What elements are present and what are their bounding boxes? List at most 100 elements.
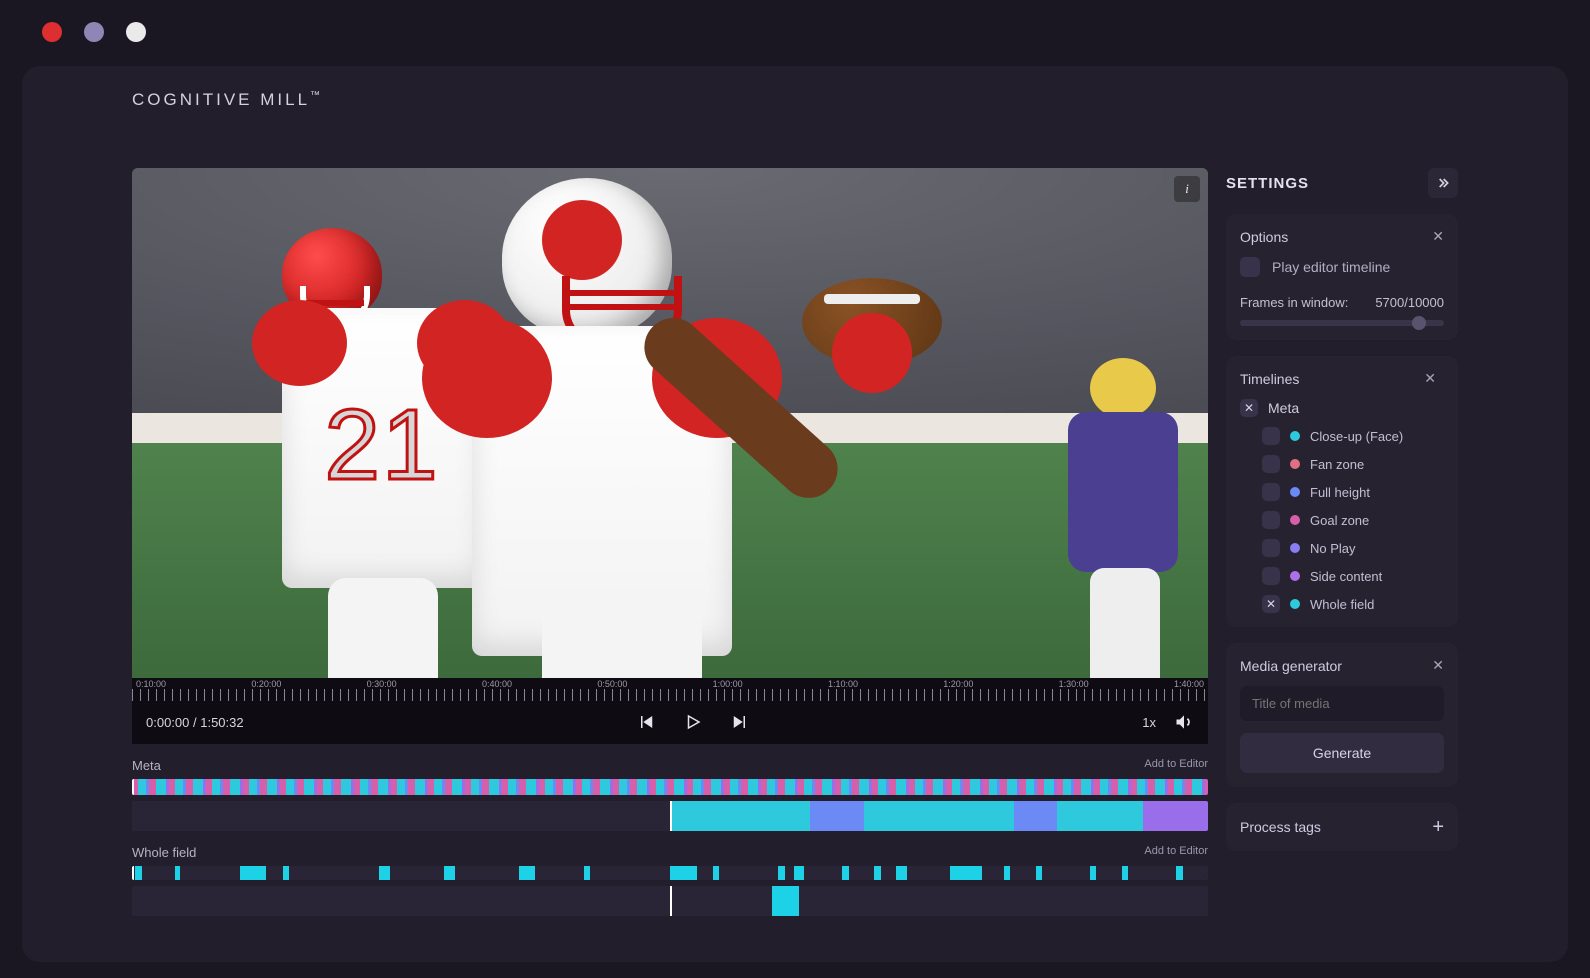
window-close-dot[interactable] — [42, 22, 62, 42]
playhead-icon[interactable] — [670, 801, 672, 831]
close-options-icon[interactable]: ✕ — [1432, 228, 1444, 245]
track-meta-lane1[interactable] — [132, 779, 1208, 795]
playhead-icon[interactable] — [670, 886, 672, 916]
segment[interactable] — [135, 866, 141, 880]
timeline-item[interactable]: Full height — [1240, 483, 1436, 501]
timeline-item-label: Close-up (Face) — [1310, 429, 1403, 444]
segment[interactable] — [379, 866, 390, 880]
timeline-item-checkbox[interactable] — [1262, 427, 1280, 445]
playhead-icon[interactable] — [132, 866, 134, 880]
timeline-group-meta[interactable]: ✕ Meta — [1240, 399, 1436, 417]
window-maximize-dot[interactable] — [126, 22, 146, 42]
skip-forward-button[interactable] — [729, 712, 749, 732]
jersey-number: 21 — [324, 388, 439, 503]
timeline-item-checkbox[interactable] — [1262, 511, 1280, 529]
timeline-item[interactable]: ✕ Whole field — [1240, 595, 1436, 613]
close-media-gen-icon[interactable]: ✕ — [1432, 657, 1444, 674]
track-meta-lane2[interactable] — [132, 801, 1208, 831]
track-add-to-editor[interactable]: Add to Editor — [1144, 758, 1208, 773]
segment[interactable] — [794, 866, 805, 880]
add-process-tag-button[interactable]: + — [1432, 817, 1444, 837]
segment[interactable] — [1014, 801, 1057, 831]
segment[interactable] — [670, 801, 810, 831]
video-info-button[interactable]: i — [1174, 176, 1200, 202]
segment[interactable] — [1057, 801, 1143, 831]
video-preview[interactable]: 21 — [132, 168, 1208, 678]
timeline-item[interactable]: Close-up (Face) — [1240, 427, 1436, 445]
media-gen-title: Media generator — [1240, 658, 1342, 674]
play-editor-toggle-row: Play editor timeline — [1240, 257, 1444, 277]
media-title-input[interactable] — [1240, 686, 1444, 721]
track-wholefield-lane2[interactable] — [132, 886, 1208, 916]
segment[interactable] — [772, 886, 799, 916]
segment[interactable] — [175, 866, 180, 880]
segment[interactable] — [864, 801, 1015, 831]
segment[interactable] — [842, 866, 848, 880]
helmet-icon — [502, 178, 672, 338]
segment[interactable] — [584, 866, 590, 880]
segment[interactable] — [1176, 866, 1184, 880]
segment[interactable] — [713, 866, 719, 880]
shoulder-pad-icon — [252, 300, 347, 386]
brand-text: COGNITIVE MILL — [132, 90, 310, 109]
ruler-tick-label: 0:30:00 — [367, 679, 397, 689]
timeline-item[interactable]: Fan zone — [1240, 455, 1436, 473]
segment[interactable] — [1090, 866, 1096, 880]
timeline-item-checkbox[interactable]: ✕ — [1262, 595, 1280, 613]
segment[interactable] — [670, 866, 697, 880]
timeline-group-checkbox[interactable]: ✕ — [1240, 399, 1258, 417]
timeline-item-checkbox[interactable] — [1262, 539, 1280, 557]
pants-icon — [542, 598, 702, 678]
play-editor-toggle[interactable] — [1240, 257, 1260, 277]
time-ruler[interactable]: 0:10:00 0:20:00 0:30:00 0:40:00 0:50:00 … — [132, 678, 1208, 700]
frames-slider[interactable] — [1240, 320, 1444, 326]
play-button[interactable] — [683, 712, 703, 732]
options-title: Options — [1240, 229, 1288, 245]
time-display: 0:00:00 / 1:50:32 — [146, 715, 244, 730]
segment[interactable] — [444, 866, 455, 880]
timeline-group-label: Meta — [1268, 400, 1299, 416]
timeline-item-label: Whole field — [1310, 597, 1374, 612]
segment[interactable] — [283, 866, 289, 880]
timeline-item[interactable]: Goal zone — [1240, 511, 1436, 529]
jersey-icon — [1068, 412, 1178, 572]
close-timelines-icon[interactable]: ✕ — [1424, 370, 1436, 387]
segment[interactable] — [874, 866, 880, 880]
segment[interactable] — [240, 866, 267, 880]
segment[interactable] — [778, 866, 786, 880]
volume-button[interactable] — [1174, 712, 1194, 732]
track-add-to-editor[interactable]: Add to Editor — [1144, 845, 1208, 860]
ruler-tick-label: 0:40:00 — [482, 679, 512, 689]
brand-title: COGNITIVE MILL™ — [132, 90, 1458, 110]
pants-icon — [1090, 568, 1160, 678]
timeline-item-checkbox[interactable] — [1262, 567, 1280, 585]
window-minimize-dot[interactable] — [84, 22, 104, 42]
timeline-item-label: Fan zone — [1310, 457, 1364, 472]
collapse-settings-button[interactable] — [1428, 168, 1458, 198]
segment[interactable] — [1143, 801, 1208, 831]
color-dot-icon — [1290, 543, 1300, 553]
timeline-item[interactable]: No Play — [1240, 539, 1436, 557]
segment[interactable] — [896, 866, 907, 880]
generate-button[interactable]: Generate — [1240, 733, 1444, 773]
timeline-item-checkbox[interactable] — [1262, 455, 1280, 473]
timeline-item-checkbox[interactable] — [1262, 483, 1280, 501]
skip-back-button[interactable] — [637, 712, 657, 732]
ruler-tick-label: 0:20:00 — [251, 679, 281, 689]
pants-icon — [328, 578, 438, 678]
track-label: Meta — [132, 758, 161, 773]
color-dot-icon — [1290, 459, 1300, 469]
playhead-icon[interactable] — [132, 779, 134, 795]
segment[interactable] — [1004, 866, 1010, 880]
timelines-title: Timelines — [1240, 371, 1299, 387]
timeline-item[interactable]: Side content — [1240, 567, 1436, 585]
track-wholefield-lane1[interactable] — [132, 866, 1208, 880]
playback-controls: 0:00:00 / 1:50:32 1x — [132, 700, 1208, 744]
segment[interactable] — [950, 866, 982, 880]
segment[interactable] — [519, 866, 535, 880]
segment[interactable] — [810, 801, 864, 831]
color-dot-icon — [1290, 599, 1300, 609]
segment[interactable] — [1036, 866, 1042, 880]
segment[interactable] — [1122, 866, 1128, 880]
playback-speed[interactable]: 1x — [1142, 715, 1156, 730]
